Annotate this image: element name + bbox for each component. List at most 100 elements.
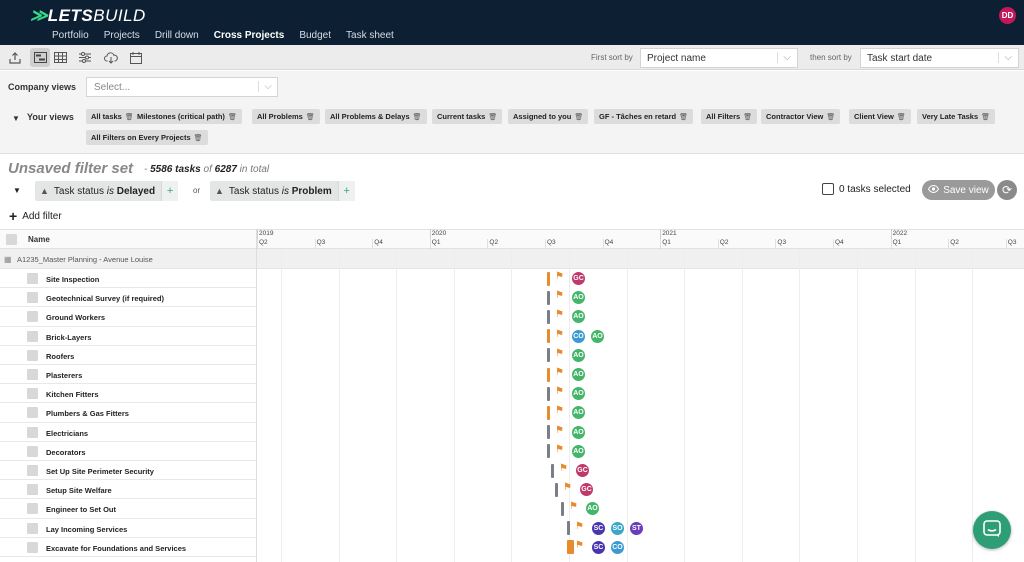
- assignee-avatar[interactable]: ST: [629, 520, 644, 536]
- task-bar[interactable]: [547, 444, 550, 459]
- name-column-header[interactable]: Name: [28, 235, 50, 244]
- table-row[interactable]: Excavate for Foundations and Services: [0, 538, 256, 557]
- row-checkbox[interactable]: [27, 311, 38, 323]
- then-sort-select[interactable]: Task start date ⌵: [860, 48, 1019, 68]
- row-checkbox[interactable]: [27, 292, 38, 304]
- task-bar[interactable]: [547, 271, 550, 286]
- milestone-flag-icon[interactable]: ⚑: [555, 348, 564, 359]
- milestone-flag-icon[interactable]: ⚑: [575, 540, 584, 551]
- gantt-view-icon[interactable]: [30, 48, 50, 67]
- filter-chip-problem[interactable]: ▲ Task status is Problem +: [210, 181, 355, 201]
- trash-icon[interactable]: 🗑: [826, 113, 835, 121]
- task-bar[interactable]: [547, 386, 550, 401]
- task-bar[interactable]: [567, 521, 570, 536]
- assignee-avatar[interactable]: GC: [575, 463, 590, 478]
- trash-icon[interactable]: 🗑: [574, 113, 583, 121]
- trash-icon[interactable]: 🗑: [488, 113, 497, 121]
- task-bar[interactable]: [561, 501, 564, 516]
- table-view-icon[interactable]: [50, 48, 70, 67]
- task-bar[interactable]: [547, 309, 550, 324]
- settings-sliders-icon[interactable]: [75, 48, 95, 67]
- table-row[interactable]: Brick-Layers: [0, 327, 256, 346]
- trash-icon[interactable]: 🗑: [897, 113, 906, 121]
- table-row[interactable]: Set Up Site Perimeter Security: [0, 461, 256, 481]
- row-checkbox[interactable]: [27, 522, 38, 534]
- row-checkbox[interactable]: [27, 484, 38, 496]
- view-chip-client-view[interactable]: Client View 🗑: [849, 109, 911, 124]
- trash-icon[interactable]: 🗑: [679, 113, 688, 121]
- task-name[interactable]: Lay Incoming Services: [46, 525, 127, 534]
- task-name[interactable]: Decorators: [46, 448, 86, 457]
- milestone-flag-icon[interactable]: ⚑: [555, 386, 564, 397]
- assignee-avatar[interactable]: AO: [571, 386, 586, 402]
- table-row[interactable]: Engineer to Set Out: [0, 499, 256, 519]
- view-chip-all-problems[interactable]: All Problems 🗑: [252, 109, 320, 124]
- milestone-flag-icon[interactable]: ⚑: [555, 425, 564, 436]
- task-bar[interactable]: [567, 540, 574, 555]
- view-chip-all-tasks[interactable]: All tasks 🗑: [86, 109, 139, 124]
- filter-chip-delayed[interactable]: ▲ Task status is Delayed +: [35, 181, 179, 201]
- row-checkbox[interactable]: [27, 465, 38, 476]
- row-checkbox[interactable]: [27, 369, 38, 380]
- milestone-flag-icon[interactable]: ⚑: [555, 329, 564, 340]
- milestone-flag-icon[interactable]: ⚑: [569, 501, 578, 512]
- assignee-avatar[interactable]: AO: [571, 347, 586, 363]
- view-chip-contractor-view[interactable]: Contractor View 🗑: [761, 109, 841, 124]
- collapse-toggle-icon[interactable]: ▼: [12, 114, 20, 123]
- milestone-flag-icon[interactable]: ⚑: [555, 444, 564, 455]
- row-checkbox[interactable]: [27, 349, 38, 361]
- task-name[interactable]: Set Up Site Perimeter Security: [46, 467, 154, 476]
- task-name[interactable]: Electricians: [46, 429, 88, 438]
- company-views-select[interactable]: Select... ⌵: [86, 77, 278, 97]
- task-bar[interactable]: [547, 329, 550, 344]
- task-name[interactable]: Kitchen Fitters: [46, 390, 99, 399]
- task-name[interactable]: Geotechnical Survey (if required): [46, 294, 164, 303]
- task-bar[interactable]: [547, 405, 550, 420]
- assignee-avatar[interactable]: AO: [571, 290, 586, 306]
- milestone-flag-icon[interactable]: ⚑: [563, 482, 572, 493]
- table-row[interactable]: Site Inspection: [0, 269, 256, 289]
- letsbuild-logo[interactable]: ≫ LETSBUILD: [30, 6, 146, 26]
- row-checkbox[interactable]: [27, 388, 38, 400]
- select-all-checkbox[interactable]: [822, 183, 834, 195]
- table-row[interactable]: Geotechnical Survey (if required): [0, 288, 256, 308]
- view-chip-all-filters-on-every-projects[interactable]: All Filters on Every Projects 🗑: [86, 130, 208, 145]
- task-name[interactable]: Excavate for Foundations and Services: [46, 544, 186, 553]
- trash-icon[interactable]: 🗑: [194, 134, 203, 142]
- trash-icon[interactable]: 🗑: [306, 113, 315, 121]
- view-chip-very-late-tasks[interactable]: Very Late Tasks 🗑: [917, 109, 996, 124]
- milestone-flag-icon[interactable]: ⚑: [555, 405, 564, 416]
- task-name[interactable]: Roofers: [46, 352, 74, 361]
- assignee-avatar[interactable]: GC: [579, 482, 594, 498]
- table-row[interactable]: Plasterers: [0, 365, 256, 385]
- task-name[interactable]: Plumbers & Gas Fitters: [46, 409, 129, 418]
- table-row[interactable]: Plumbers & Gas Fitters: [0, 403, 256, 423]
- row-checkbox[interactable]: [27, 426, 38, 438]
- view-chip-gf-t-ches-en-retard[interactable]: GF - Tâches en retard 🗑: [594, 109, 693, 124]
- task-name[interactable]: Ground Workers: [46, 313, 105, 322]
- add-condition-button[interactable]: +: [337, 181, 355, 201]
- row-checkbox[interactable]: [27, 407, 38, 419]
- row-checkbox[interactable]: [27, 273, 38, 284]
- calendar-icon[interactable]: [126, 48, 146, 67]
- table-row[interactable]: Electricians: [0, 423, 256, 442]
- tasks-selected[interactable]: 0 tasks selected: [822, 183, 911, 195]
- assignee-avatar[interactable]: AO: [571, 367, 586, 382]
- trash-icon[interactable]: 🗑: [228, 113, 237, 121]
- add-filter-button[interactable]: + Add filter: [9, 208, 62, 224]
- assignee-avatar[interactable]: AO: [571, 443, 586, 459]
- row-checkbox[interactable]: [27, 445, 38, 457]
- table-row[interactable]: Kitchen Fitters: [0, 384, 256, 404]
- assignee-avatar[interactable]: GC: [571, 271, 586, 286]
- milestone-flag-icon[interactable]: ⚑: [555, 271, 564, 282]
- assignee-avatar[interactable]: CO: [571, 328, 586, 344]
- view-chip-all-filters[interactable]: All Filters 🗑: [701, 109, 758, 124]
- task-name[interactable]: Plasterers: [46, 371, 82, 380]
- assignee-avatar[interactable]: AO: [571, 424, 586, 440]
- assignee-avatar[interactable]: AO: [585, 501, 600, 517]
- first-sort-select[interactable]: Project name ⌵: [640, 48, 798, 68]
- milestone-flag-icon[interactable]: ⚑: [575, 521, 584, 532]
- table-row[interactable]: Ground Workers: [0, 307, 256, 327]
- save-view-button[interactable]: Save view: [922, 180, 995, 200]
- task-bar[interactable]: [551, 463, 554, 478]
